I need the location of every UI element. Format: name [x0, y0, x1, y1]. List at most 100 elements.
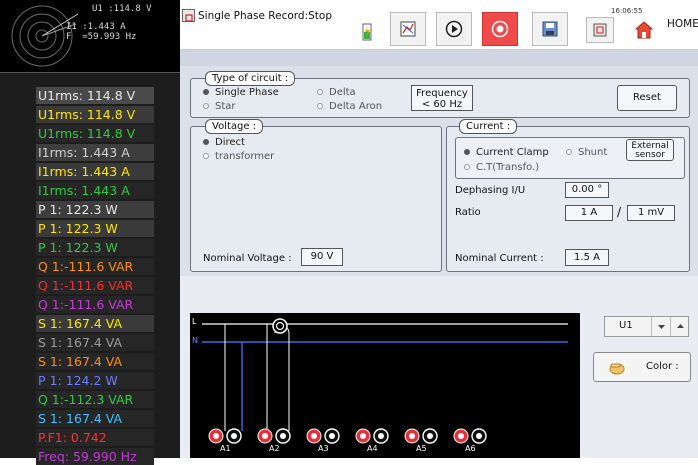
nominal-voltage-field[interactable]: 90 V — [301, 248, 343, 266]
measurement-row: S 1: 167.4 VA — [36, 315, 154, 332]
radio-star[interactable]: Star — [203, 101, 236, 112]
radio-label: Delta — [329, 87, 356, 98]
chevron-up-icon — [677, 324, 684, 328]
radio-delta-aron[interactable]: Delta Aron — [317, 101, 382, 112]
radio-label: Star — [215, 101, 236, 112]
radio-label: Direct — [215, 137, 245, 148]
phasor-i1: I1 :1.443 A — [66, 22, 126, 32]
terminal-icon — [208, 428, 242, 444]
home-label: HOME — [667, 18, 698, 30]
play-button[interactable] — [436, 12, 472, 46]
measurement-row: U1rms: 114.8 V — [36, 125, 154, 142]
external-sensor-button[interactable]: External sensor — [626, 139, 674, 161]
config-panel: Type of circuit : Single Phase Delta Sta… — [180, 50, 698, 276]
chevron-down-icon — [658, 325, 665, 329]
radio-shunt[interactable]: Shunt — [566, 147, 607, 158]
circuit-type-legend: Type of circuit : — [205, 71, 296, 86]
measurement-row: S 1: 167.4 VA — [36, 353, 154, 370]
terminal-pair: A4 — [355, 427, 395, 457]
terminal-icon — [306, 428, 340, 444]
nominal-current-field[interactable]: 1.5 A — [565, 249, 609, 266]
nominal-voltage-label: Nominal Voltage : — [203, 253, 292, 264]
color-button[interactable]: Color : — [593, 352, 691, 382]
dephasing-label: Dephasing I/U — [455, 185, 526, 196]
save-button[interactable] — [532, 12, 568, 46]
measurement-row: P 1: 122.3 W — [36, 220, 154, 237]
voltage-legend: Voltage : — [205, 119, 264, 134]
radio-ct-transfo[interactable]: C.T(Transfo.) — [464, 162, 539, 173]
home-icon — [634, 21, 654, 39]
terminal-label: A6 — [465, 444, 476, 453]
left-panel: U1 :114.8 V I1 :1.443 A F =59.993 Hz U1r… — [0, 0, 180, 465]
record-status-icon — [182, 9, 195, 22]
phasor-diagram: U1 :114.8 V I1 :1.443 A F =59.993 Hz — [0, 0, 180, 72]
radio-delta[interactable]: Delta — [317, 87, 356, 98]
terminal-pair: A5 — [404, 427, 444, 457]
ratio-secondary-field[interactable]: 1 mV — [627, 205, 675, 221]
phasor-freq: F =59.993 Hz — [66, 32, 137, 42]
radio-dot — [203, 139, 209, 145]
terminal-label: A1 — [220, 444, 231, 453]
measurement-row: I1rms: 1.443 A — [36, 182, 154, 199]
radio-label: Single Phase — [215, 87, 279, 98]
record-button[interactable] — [482, 12, 518, 46]
home-button[interactable] — [628, 14, 660, 46]
terminal-label: A4 — [367, 444, 378, 453]
channel-select[interactable]: U1 — [604, 316, 689, 337]
measurement-row: I1rms: 1.443 A — [36, 163, 154, 180]
config-header-strip — [180, 50, 698, 66]
current-clamp-icon — [272, 318, 288, 334]
terminal-pair: A3 — [306, 427, 346, 457]
radio-dot — [317, 89, 323, 95]
screenshot-button[interactable] — [586, 17, 614, 43]
channel-down-button[interactable] — [651, 317, 670, 336]
nominal-current-label: Nominal Current : — [455, 253, 544, 264]
terminal-icon — [404, 428, 438, 444]
hand-pointer-icon — [609, 363, 625, 375]
radio-label: Shunt — [578, 147, 608, 158]
radio-label: C.T(Transfo.) — [476, 162, 540, 173]
color-label: Color : — [646, 361, 679, 372]
ratio-separator: / — [617, 205, 622, 219]
terminal-pair: A6 — [453, 427, 493, 457]
screenshot-icon — [593, 23, 607, 37]
radio-dot — [203, 89, 209, 95]
current-group: Current : Current Clamp Shunt C.T(Transf… — [446, 119, 690, 272]
voltage-group: Voltage : Direct transformer Nominal Vol… — [190, 119, 442, 272]
dephasing-field[interactable]: 0.00 ° — [565, 182, 609, 198]
ratio-primary-field[interactable]: 1 A — [565, 205, 613, 221]
radio-direct[interactable]: Direct — [203, 137, 245, 148]
circuit-type-group: Type of circuit : Single Phase Delta Sta… — [190, 71, 690, 118]
measurement-row: Q 1:-111.6 VAR — [36, 258, 154, 275]
measurement-row: Freq: 59.990 Hz — [36, 448, 154, 465]
measurement-row: S 1: 167.4 VA — [36, 334, 154, 351]
radio-transformer[interactable]: transformer — [203, 151, 274, 162]
measurement-list: U1rms: 114.8 V U1rms: 114.8 V U1rms: 114.8… — [0, 72, 180, 465]
terminal-pair: A1 — [208, 427, 248, 457]
record-title: Single Phase Record:Stop — [198, 10, 332, 22]
graph-button[interactable] — [390, 12, 426, 46]
terminal-icon — [355, 428, 389, 444]
reset-button[interactable]: Reset — [617, 85, 677, 111]
battery-icon — [360, 22, 374, 46]
current-legend: Current : — [459, 119, 518, 134]
terminal-pair: A2 — [257, 427, 297, 457]
measurement-row: P 1: 122.3 W — [36, 239, 154, 256]
terminal-icon — [453, 428, 487, 444]
measurement-row: P 1: 122.3 W — [36, 201, 154, 218]
radio-dot — [203, 103, 209, 109]
radio-single-phase[interactable]: Single Phase — [203, 87, 279, 98]
measurement-row: P 1: 124.2 W — [36, 372, 154, 389]
wiring-diagram: L N A1 A2 A3 A4 A5 A6 — [190, 313, 580, 458]
radio-current-clamp[interactable]: Current Clamp — [464, 147, 549, 158]
terminal-label: A3 — [318, 444, 329, 453]
radio-dot — [317, 103, 323, 109]
radio-dot — [203, 153, 209, 159]
radio-dot — [464, 149, 470, 155]
measurement-row: Q 1:-111.6 VAR — [36, 277, 154, 294]
frequency-button[interactable]: Frequency < 60 Hz — [411, 85, 473, 111]
channel-up-button[interactable] — [670, 317, 689, 336]
ratio-label: Ratio — [455, 207, 481, 218]
line-l-label: L — [192, 317, 197, 326]
radio-label: Current Clamp — [476, 147, 549, 158]
